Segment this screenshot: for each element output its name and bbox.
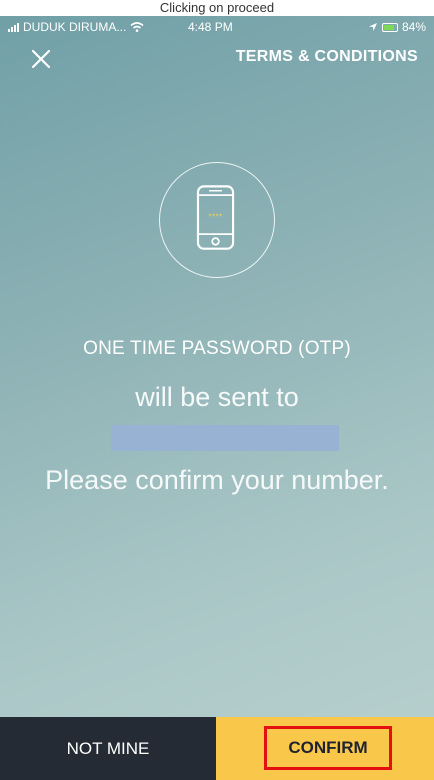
status-left: DUDUK DIRUMA... xyxy=(8,16,144,38)
status-time: 4:48 PM xyxy=(188,20,233,34)
confirm-button[interactable]: CONFIRM xyxy=(216,717,434,780)
wifi-icon xyxy=(130,22,144,32)
otp-screen: Clicking on proceed DUDUK DIRUMA... 4:48… xyxy=(0,0,434,780)
battery-icon xyxy=(381,22,398,32)
redacted-phone-number xyxy=(111,425,339,451)
signal-icon xyxy=(8,22,19,32)
phone-otp-illustration: **** xyxy=(159,162,275,278)
terms-conditions-link[interactable]: TERMS & CONDITIONS xyxy=(236,48,418,66)
location-icon xyxy=(368,23,377,31)
carrier-name: DUDUK DIRUMA... xyxy=(23,20,127,34)
battery-percent: 84% xyxy=(401,20,426,34)
screenshot-caption: Clicking on proceed xyxy=(0,0,434,16)
bottom-action-bar: NOT MINE CONFIRM xyxy=(0,717,434,780)
otp-stars: **** xyxy=(208,213,222,222)
status-bar: DUDUK DIRUMA... 4:48 PM 84% xyxy=(0,16,434,38)
status-right: 84% xyxy=(368,16,426,38)
confirm-number-message: Please confirm your number. xyxy=(45,465,389,495)
close-icon xyxy=(31,49,51,69)
otp-title: ONE TIME PASSWORD (OTP) xyxy=(83,338,351,359)
not-mine-button[interactable]: NOT MINE xyxy=(0,717,216,780)
phone-otp-icon: **** xyxy=(196,185,235,250)
sent-to-text: will be sent to xyxy=(135,382,299,412)
close-button[interactable] xyxy=(26,44,56,74)
confirm-highlight: CONFIRM xyxy=(264,726,392,770)
confirm-label: CONFIRM xyxy=(288,738,368,757)
